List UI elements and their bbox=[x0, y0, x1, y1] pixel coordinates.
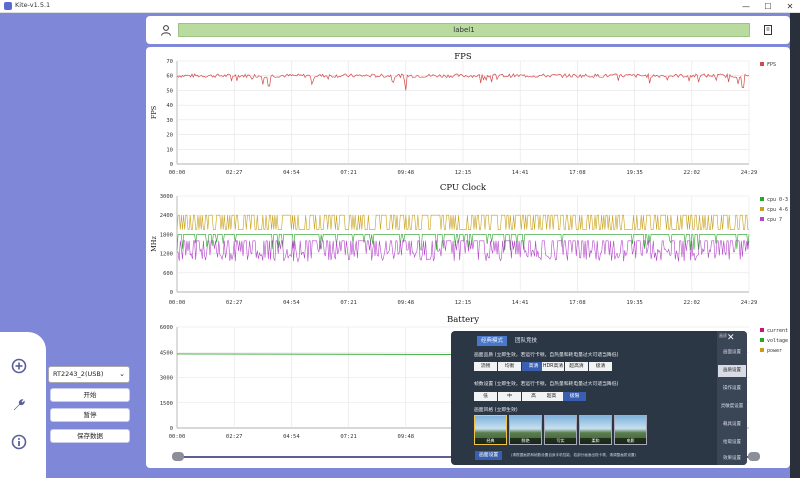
style-thumb[interactable]: 鲜艳 bbox=[509, 415, 542, 445]
quality-option[interactable]: 极清 bbox=[589, 362, 612, 371]
wrench-icon[interactable] bbox=[11, 397, 27, 413]
header-label: label1 bbox=[178, 23, 750, 37]
style-thumb[interactable]: 电影 bbox=[614, 415, 647, 445]
game-note: (请根据画质和帧数设置自身手机性能，若部分画面出现卡顿，请调整画质设置) bbox=[511, 453, 636, 457]
fps-option[interactable]: 超高 bbox=[540, 392, 563, 401]
user-icon[interactable] bbox=[160, 24, 172, 36]
game-menu-title: 画质 bbox=[719, 333, 727, 338]
game-menu-item[interactable]: 画质设置 bbox=[718, 365, 746, 377]
style-thumb[interactable]: 写实 bbox=[544, 415, 577, 445]
close-button[interactable]: ✕ bbox=[782, 0, 798, 13]
timeline-slider-start-thumb[interactable] bbox=[172, 452, 184, 461]
device-select-value: RT2243_2(USB) bbox=[53, 370, 104, 378]
game-bottom-button[interactable]: 画面设置 bbox=[475, 451, 503, 460]
add-icon[interactable] bbox=[11, 358, 27, 374]
game-menu-item[interactable]: 画面设置 bbox=[718, 347, 746, 359]
quality-label: 画面品质 (立即生效，若运行卡顿，自热量和耗电量过大可适当降低) bbox=[474, 353, 619, 358]
chevron-down-icon: ⌄ bbox=[119, 370, 125, 378]
quality-option[interactable]: 超高清 bbox=[565, 362, 588, 371]
pause-button[interactable]: 暂停 bbox=[50, 408, 130, 422]
device-select[interactable]: RT2243_2(USB) ⌄ bbox=[48, 366, 130, 383]
window-title: Kite-v1.5.1 bbox=[15, 1, 51, 9]
tab-classic-mode[interactable]: 经典模式 bbox=[477, 336, 508, 346]
style-caption: 柔和 bbox=[580, 438, 611, 444]
window-titlebar: Kite-v1.5.1 — ☐ ✕ bbox=[0, 0, 800, 13]
tab-team-battle[interactable]: 团队竞技 bbox=[511, 336, 541, 346]
style-label: 画面风格 (立即生效) bbox=[474, 408, 518, 413]
game-settings-overlay: 经典模式 团队竞技 画质 ✕ 画面设置 画质设置 操作设置 灵敏度设置 载具设置… bbox=[451, 331, 747, 465]
quality-option[interactable]: 均衡 bbox=[498, 362, 521, 371]
info-icon[interactable] bbox=[11, 434, 27, 450]
style-thumb[interactable]: 柔和 bbox=[579, 415, 612, 445]
quality-option[interactable]: HDR高清 bbox=[542, 362, 564, 371]
app-icon bbox=[4, 2, 12, 10]
game-menu-item[interactable]: 拾取设置 bbox=[718, 437, 746, 449]
minimize-button[interactable]: — bbox=[738, 0, 754, 13]
style-caption: 经典 bbox=[475, 438, 506, 444]
header-bar: label1 bbox=[146, 16, 790, 44]
game-menu-item[interactable]: 效果设置 bbox=[718, 453, 746, 465]
style-caption: 鲜艳 bbox=[510, 438, 541, 444]
style-caption: 电影 bbox=[615, 438, 646, 444]
fps-option[interactable]: 低 bbox=[474, 392, 497, 401]
start-button[interactable]: 开始 bbox=[50, 388, 130, 402]
timeline-slider-end-thumb[interactable] bbox=[748, 452, 760, 461]
game-close-icon[interactable]: ✕ bbox=[727, 333, 735, 343]
style-caption: 写实 bbox=[545, 438, 576, 444]
game-menu-item[interactable]: 载具设置 bbox=[718, 419, 746, 431]
save-data-button[interactable]: 保存数据 bbox=[50, 429, 130, 443]
right-edge bbox=[790, 13, 800, 478]
fps-option[interactable]: 极限 bbox=[563, 392, 586, 401]
quality-option[interactable]: 流畅 bbox=[474, 362, 497, 371]
fps-label: 帧数设置 (立即生效，若运行卡顿，自热量和耗电量过大可适当降低) bbox=[474, 382, 619, 387]
style-thumb[interactable]: 经典 bbox=[474, 415, 507, 445]
game-menu-item[interactable]: 操作设置 bbox=[718, 383, 746, 395]
fps-option[interactable]: 中 bbox=[498, 392, 521, 401]
bookmark-icon[interactable] bbox=[762, 24, 774, 36]
maximize-button[interactable]: ☐ bbox=[760, 0, 776, 13]
game-menu-item[interactable]: 灵敏度设置 bbox=[718, 401, 746, 413]
